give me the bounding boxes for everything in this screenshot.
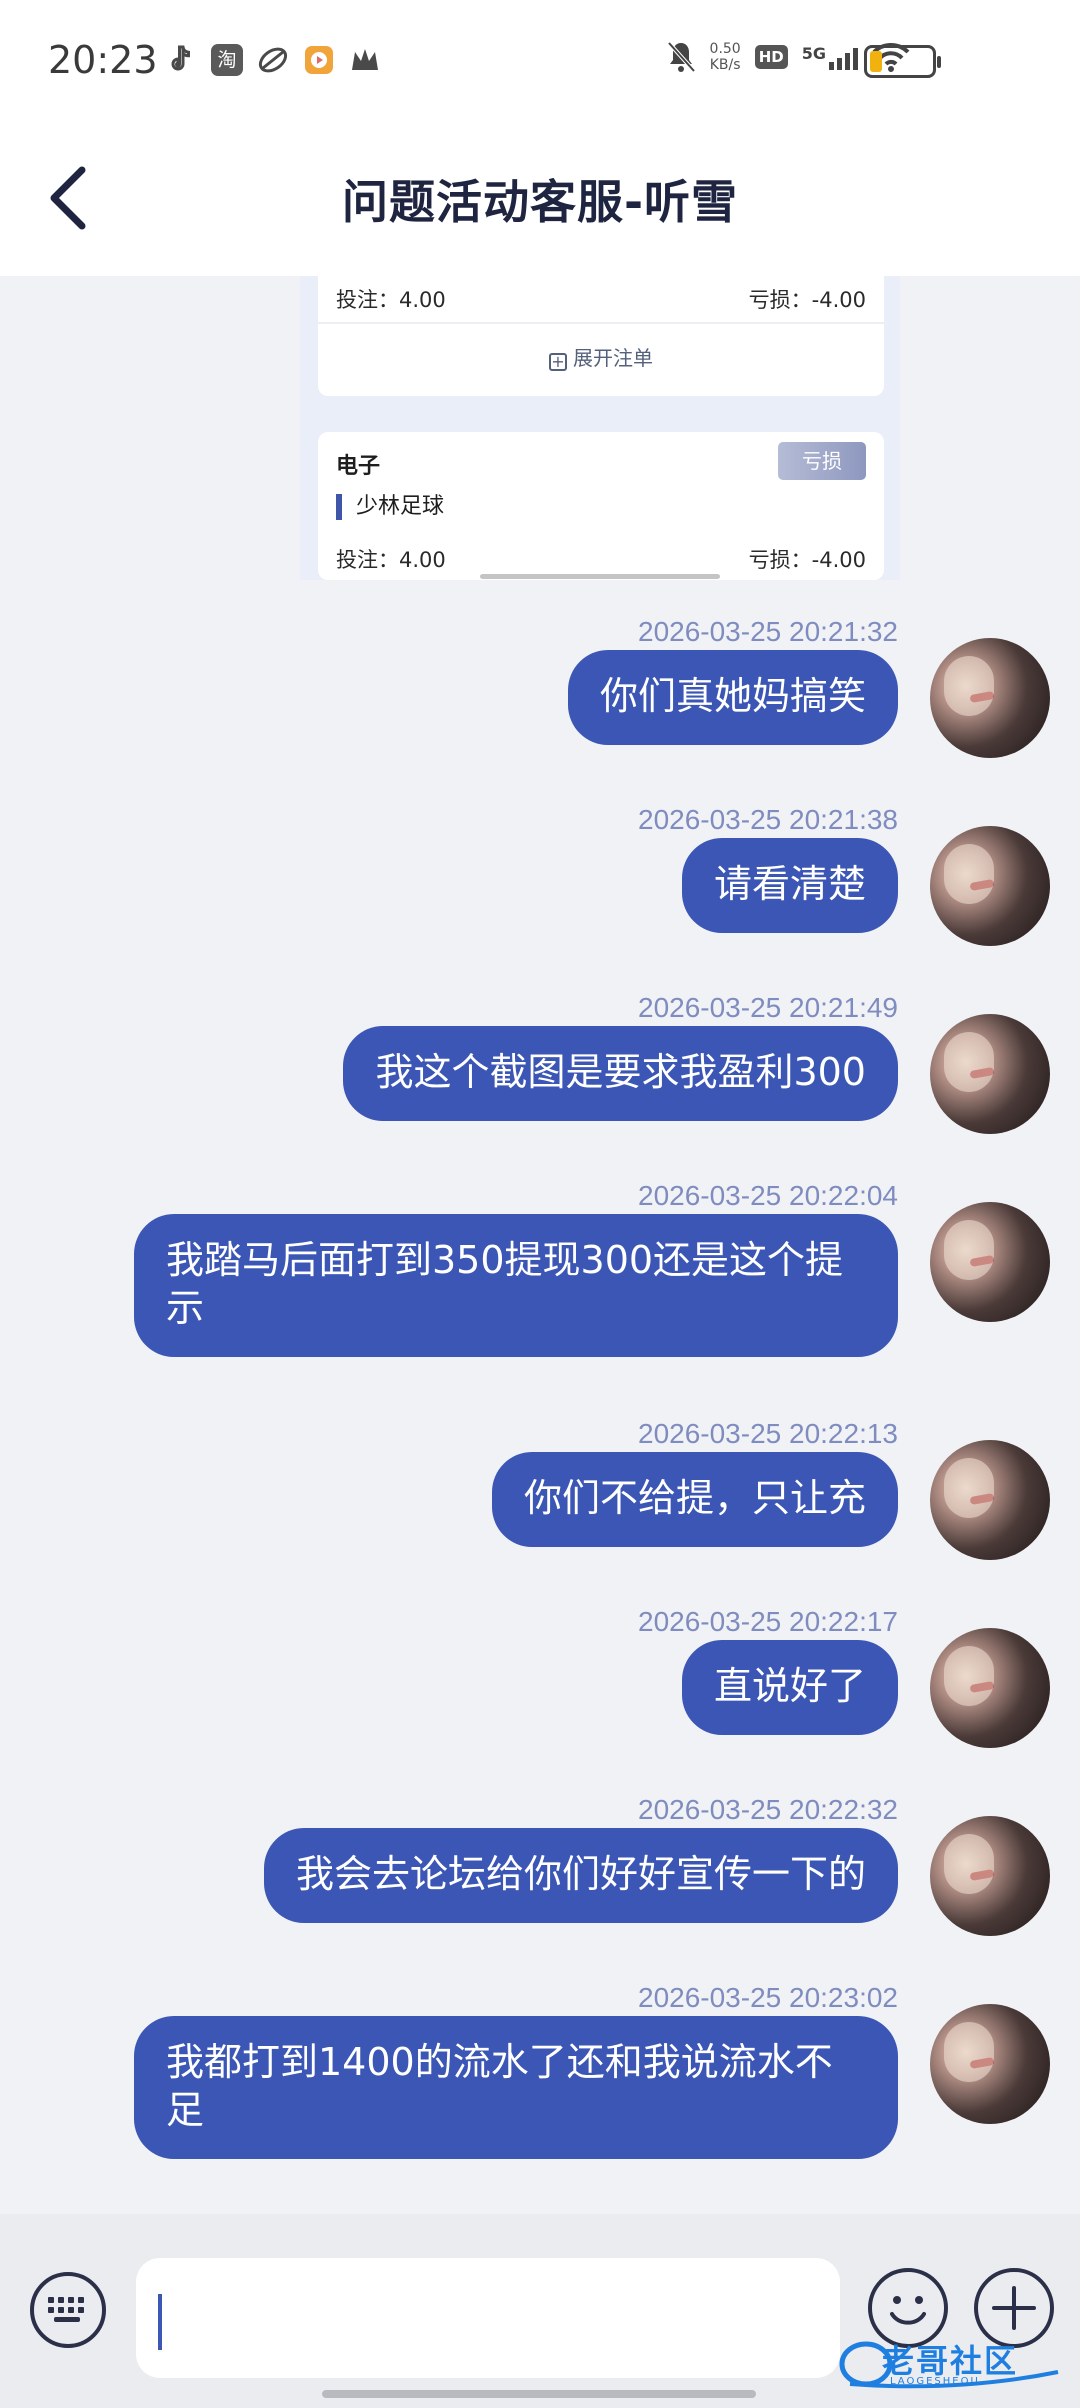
- bet-amount: 投注：4.00: [336, 548, 446, 572]
- avatar[interactable]: [930, 2004, 1050, 2124]
- avatar[interactable]: [930, 1440, 1050, 1560]
- plus-square-icon: +: [549, 353, 567, 371]
- composer-bar: 老哥社区 LAOGESHEQU: [0, 2214, 1080, 2408]
- cellular-signal: 5G: [802, 44, 858, 70]
- message-bubble[interactable]: 我都打到1400的流水了还和我说流水不足: [134, 2016, 898, 2159]
- watermark-subtext: LAOGESHEQU: [890, 2376, 980, 2387]
- video-icon: [305, 46, 333, 74]
- loss-amount: 亏损：-4.00: [748, 288, 866, 312]
- status-time: 20:23: [48, 38, 158, 82]
- image-scroll-indicator: [480, 574, 720, 579]
- avatar[interactable]: [930, 1202, 1050, 1322]
- avatar[interactable]: [930, 826, 1050, 946]
- app-icon: [258, 47, 288, 73]
- bet-row: 投注：4.00 亏损：-4.00: [336, 544, 866, 574]
- message-timestamp: 2026-03-25 20:22:17: [638, 1606, 898, 1637]
- taobao-icon: 淘: [211, 44, 243, 76]
- avatar[interactable]: [930, 638, 1050, 758]
- loss-amount: 亏损：-4.00: [748, 548, 866, 572]
- home-indicator[interactable]: [322, 2390, 756, 2398]
- bet-card-second: 电子 亏损 少林足球 投注：4.00 亏损：-4.00: [318, 432, 884, 580]
- message-timestamp: 2026-03-25 20:21:49: [638, 992, 898, 1023]
- crown-icon: [352, 49, 378, 70]
- chat-header: 问题活动客服-听雪: [0, 126, 1080, 276]
- message-timestamp: 2026-03-25 20:21:38: [638, 804, 898, 835]
- keyboard-toggle-button[interactable]: [30, 2272, 106, 2348]
- game-name: 少林足球: [336, 494, 444, 520]
- bet-record-image[interactable]: 投注：4.00 亏损：-4.00 + 展开注单 电子 亏损 少林足球 投注：4.0…: [300, 276, 900, 580]
- message-timestamp: 2026-03-25 20:22:04: [638, 1180, 898, 1211]
- divider: [318, 322, 884, 324]
- keyboard-icon: [48, 2297, 84, 2322]
- message-bubble[interactable]: 你们不给提，只让充: [491, 1452, 898, 1547]
- message-timestamp: 2026-03-25 20:22:32: [638, 1794, 898, 1825]
- avatar[interactable]: [930, 1816, 1050, 1936]
- avatar[interactable]: [930, 1628, 1050, 1748]
- message-bubble[interactable]: 直说好了: [681, 1640, 898, 1735]
- bet-category: 电子: [336, 454, 381, 479]
- message-bubble[interactable]: 请看清楚: [681, 838, 898, 933]
- text-caret: [158, 2294, 162, 2350]
- expand-label: 展开注单: [573, 346, 653, 370]
- message-bubble[interactable]: 我会去论坛给你们好好宣传一下的: [263, 1828, 898, 1923]
- network-speed: 0.50 KB/s: [709, 41, 741, 73]
- bet-row: 投注：4.00 亏损：-4.00: [336, 284, 866, 314]
- bet-amount: 投注：4.00: [336, 288, 446, 312]
- bell-mute-icon: [667, 41, 696, 73]
- message-timestamp: 2026-03-25 20:23:02: [638, 1982, 898, 2013]
- page-title: 问题活动客服-听雪: [341, 175, 739, 229]
- tiktok-icon: [171, 45, 190, 71]
- message-bubble[interactable]: 你们真她妈搞笑: [567, 650, 898, 745]
- chat-area[interactable]: 投注：4.00 亏损：-4.00 + 展开注单 电子 亏损 少林足球 投注：4.0…: [0, 276, 1080, 2214]
- bet-card-top: 投注：4.00 亏损：-4.00 + 展开注单: [318, 276, 884, 396]
- signal-bars-icon: [829, 44, 858, 70]
- network-type: 5G: [801, 44, 826, 63]
- avatar[interactable]: [930, 1014, 1050, 1134]
- status-bar: 20:23 淘 0.50 KB/s HD 5G: [0, 0, 1080, 126]
- hd-badge: HD: [754, 45, 788, 69]
- message-timestamp: 2026-03-25 20:22:13: [638, 1418, 898, 1449]
- message-input[interactable]: [136, 2258, 840, 2378]
- message-timestamp: 2026-03-25 20:21:32: [638, 616, 898, 647]
- loss-badge: 亏损: [778, 442, 866, 480]
- battery-icon: [864, 45, 941, 78]
- message-bubble[interactable]: 我踏马后面打到350提现300还是这个提示: [134, 1214, 898, 1357]
- battery-fill: [870, 51, 882, 72]
- message-bubble[interactable]: 我这个截图是要求我盈利300: [343, 1026, 898, 1121]
- status-app-icons: 淘: [165, 44, 381, 76]
- expand-bets-button[interactable]: + 展开注单: [318, 342, 884, 371]
